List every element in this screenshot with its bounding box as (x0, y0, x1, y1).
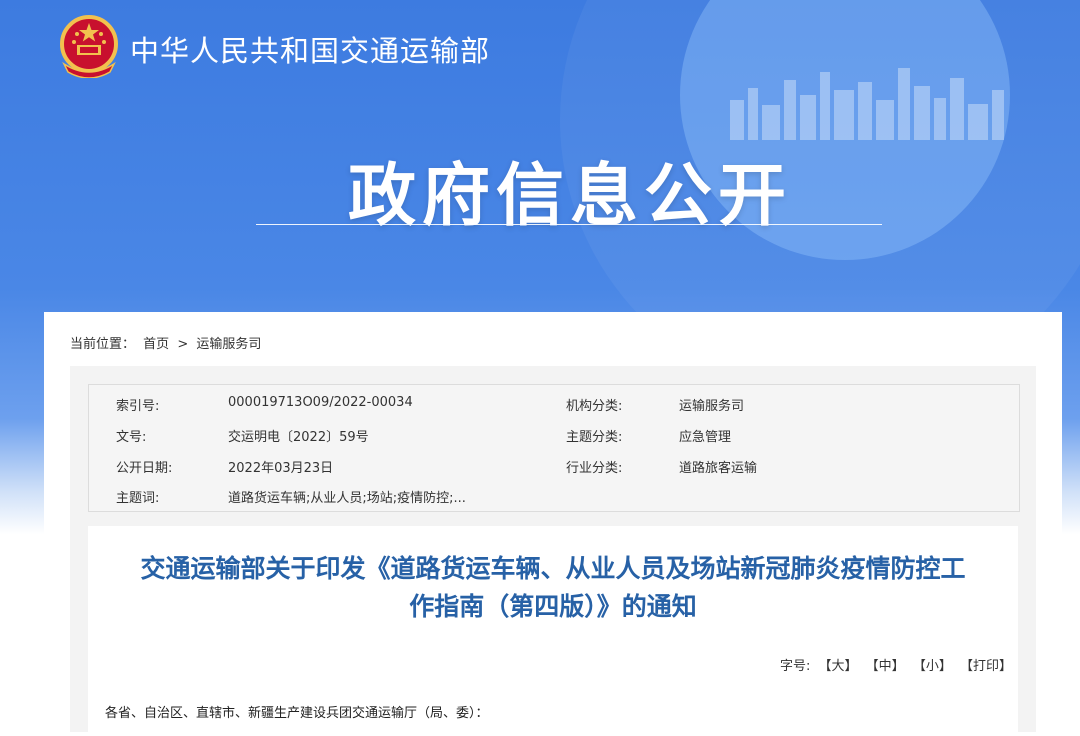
keywords-value: 道路货运车辆;从业人员;场站;疫情防控;... (228, 487, 466, 506)
breadcrumb-current-link[interactable]: 运输服务司 (196, 337, 261, 352)
font-size-label: 字号: (780, 659, 810, 674)
publish-date-label: 公开日期: (116, 457, 172, 476)
index-label: 索引号: (116, 395, 159, 414)
industry-value: 道路旅客运输 (679, 457, 757, 476)
article-title-line: 作指南（第四版）》的通知 (88, 588, 1018, 626)
site-title[interactable]: 中华人民共和国交通运输部 (130, 28, 490, 70)
topic-label: 主题分类: (566, 426, 622, 445)
article-body: 交通运输部关于印发《道路货运车辆、从业人员及场站新冠肺炎疫情防控工 作指南（第四… (88, 526, 1018, 736)
index-value: 000019713O09/2022-00034 (228, 395, 413, 410)
publish-date-value: 2022年03月23日 (228, 457, 333, 476)
org-value: 运输服务司 (679, 395, 744, 414)
org-label: 机构分类: (566, 395, 622, 414)
breadcrumb-home-link[interactable]: 首页 (143, 337, 169, 352)
doc-number-label: 文号: (116, 426, 146, 445)
metadata-table: 索引号: 000019713O09/2022-00034 机构分类: 运输服务司… (88, 384, 1020, 512)
article-title: 交通运输部关于印发《道路货运车辆、从业人员及场站新冠肺炎疫情防控工 作指南（第四… (88, 550, 1018, 626)
breadcrumb: 当前位置： 首页 > 运输服务司 (70, 333, 265, 352)
article-title-line: 交通运输部关于印发《道路货运车辆、从业人员及场站新冠肺炎疫情防控工 (88, 550, 1018, 588)
title-divider (256, 224, 882, 225)
national-emblem-icon (58, 14, 120, 78)
font-size-large-link[interactable]: 【大】 (819, 659, 858, 674)
main-content-panel: 当前位置： 首页 > 运输服务司 索引号: 000019713O09/2022-… (44, 312, 1062, 732)
breadcrumb-label: 当前位置： (70, 337, 135, 352)
font-size-controls: 字号: 【大】 【中】 【小】 【打印】 (780, 655, 1012, 674)
keywords-label: 主题词: (116, 487, 159, 506)
font-size-small-link[interactable]: 【小】 (913, 659, 952, 674)
city-skyline-illustration (720, 60, 1020, 140)
doc-number-value: 交运明电〔2022〕59号 (228, 426, 369, 445)
industry-label: 行业分类: (566, 457, 622, 476)
breadcrumb-separator: > (177, 337, 188, 352)
font-size-medium-link[interactable]: 【中】 (866, 659, 905, 674)
article-addressee: 各省、自治区、直辖市、新疆生产建设兵团交通运输厅（局、委）： (105, 702, 489, 721)
print-link[interactable]: 【打印】 (960, 659, 1012, 674)
topic-value: 应急管理 (679, 426, 731, 445)
